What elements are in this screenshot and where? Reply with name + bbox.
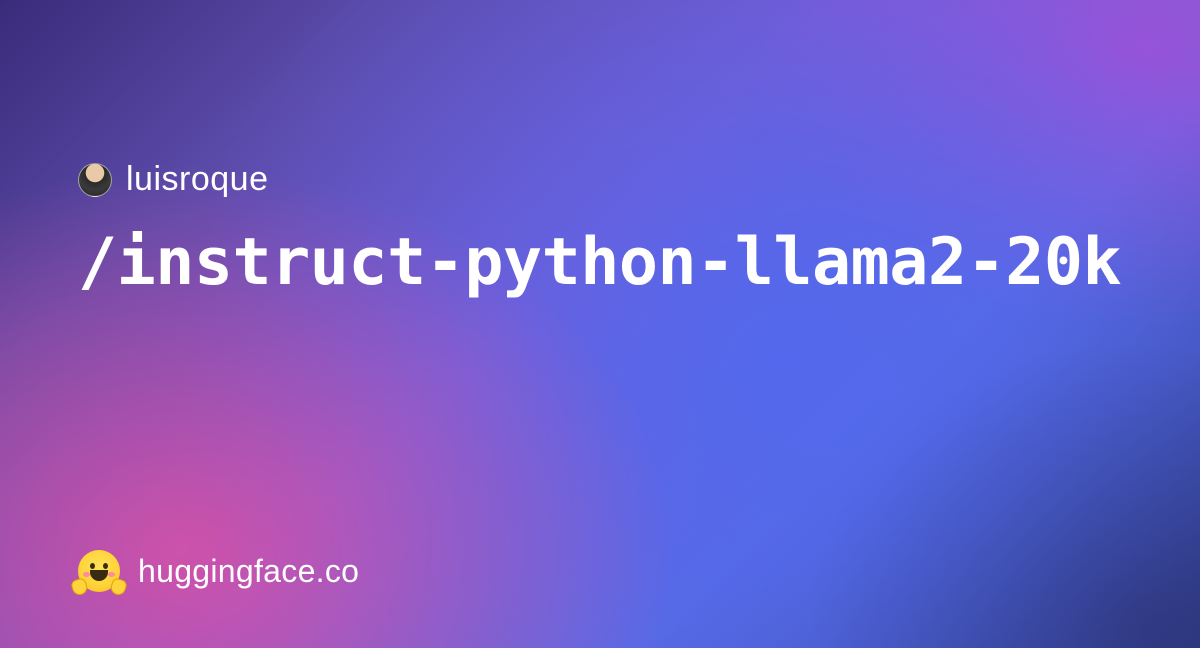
avatar xyxy=(78,163,112,197)
repo-path: /instruct-python-llama2-20k xyxy=(78,227,1122,299)
user-row: luisroque xyxy=(78,160,1122,199)
footer: huggingface.co xyxy=(78,550,359,592)
username: luisroque xyxy=(126,160,268,199)
huggingface-logo-icon xyxy=(78,550,120,592)
domain-label: huggingface.co xyxy=(138,553,359,590)
